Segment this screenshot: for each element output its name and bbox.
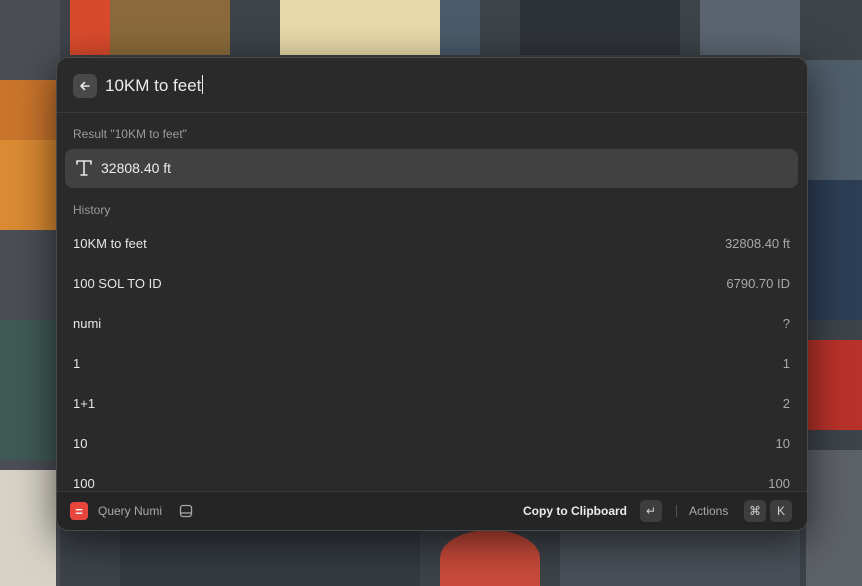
- history-result: 2: [782, 396, 790, 411]
- command-key-hint: ⌘: [744, 500, 766, 522]
- copy-to-clipboard-button[interactable]: Copy to Clipboard: [523, 504, 627, 518]
- history-result: 1: [782, 356, 790, 371]
- history-query: 100 SOL TO ID: [73, 276, 162, 291]
- history-query: 10KM to feet: [73, 236, 147, 251]
- history-item[interactable]: numi ?: [65, 304, 798, 344]
- history-query: 1+1: [73, 396, 96, 411]
- text-caret: [202, 75, 204, 94]
- history-result: ?: [782, 316, 790, 331]
- result-section-label: Result "10KM to feet": [73, 127, 187, 141]
- extension-title: Query Numi: [98, 504, 163, 518]
- history-query: 100: [73, 476, 95, 491]
- history-result: 6790.70 ID: [726, 276, 790, 291]
- history-query: 1: [73, 356, 81, 371]
- action-bar: = Query Numi Copy to Clipboard ↵ Actions…: [57, 491, 807, 530]
- history-item[interactable]: 100 SOL TO ID 6790.70 ID: [65, 264, 798, 304]
- history-item[interactable]: 10 10: [65, 424, 798, 464]
- arrow-left-icon: [80, 81, 90, 91]
- history-item[interactable]: 10KM to feet 32808.40 ft: [65, 224, 798, 264]
- footer-divider: [676, 505, 677, 517]
- search-input-value: 10KM to feet: [105, 76, 202, 95]
- history-query: numi: [73, 316, 102, 331]
- return-key-hint: ↵: [640, 500, 662, 522]
- history-result: 10: [775, 436, 790, 451]
- history-item[interactable]: 1 1: [65, 344, 798, 384]
- text-icon: [76, 160, 92, 176]
- history-section-label: History: [73, 203, 111, 217]
- history-item[interactable]: 1+1 2: [65, 384, 798, 424]
- search-input[interactable]: 10KM to feet: [105, 74, 204, 98]
- search-bar: 10KM to feet: [57, 58, 807, 113]
- history-result: 100: [768, 476, 790, 491]
- back-button[interactable]: [73, 74, 97, 98]
- actions-button[interactable]: Actions: [689, 504, 728, 518]
- numi-app-icon: =: [70, 502, 88, 520]
- result-value: 32808.40 ft: [101, 160, 172, 176]
- history-query: 10: [73, 436, 88, 451]
- window-icon[interactable]: [179, 504, 193, 518]
- result-row[interactable]: 32808.40 ft: [65, 149, 798, 188]
- history-result: 32808.40 ft: [724, 236, 790, 251]
- launcher-window: 10KM to feet Result "10KM to feet" 32808…: [56, 57, 808, 531]
- k-key-hint: K: [770, 500, 792, 522]
